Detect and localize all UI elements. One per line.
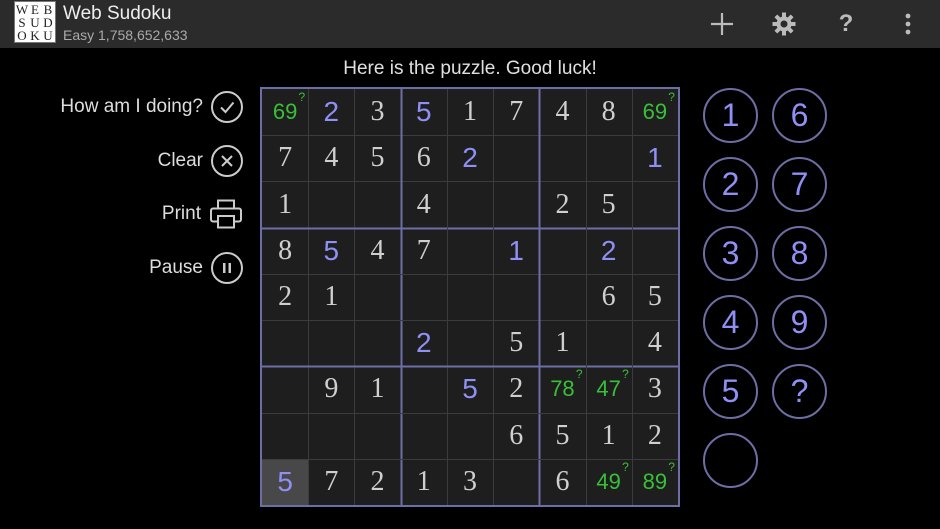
- clear-circle-icon: [211, 145, 243, 177]
- print-label: Print: [161, 203, 201, 224]
- number-button-4[interactable]: 4: [703, 295, 758, 350]
- app-title: Web Sudoku: [63, 3, 172, 24]
- app-bar: WEBSUDOKU Web Sudoku Easy 1,758,652,633 …: [0, 0, 940, 48]
- number-button-1[interactable]: 1: [703, 88, 758, 143]
- number-button-9[interactable]: 9: [772, 295, 827, 350]
- printer-icon: [209, 199, 243, 229]
- clear-button[interactable]: Clear: [158, 142, 243, 180]
- check-circle-icon: [211, 91, 243, 123]
- pause-label: Pause: [149, 257, 203, 278]
- number-button-8[interactable]: 8: [772, 226, 827, 281]
- erase-button[interactable]: [703, 433, 758, 488]
- pause-button[interactable]: Pause: [149, 249, 243, 287]
- puzzle-level-and-number: Easy 1,758,652,633: [63, 27, 188, 43]
- number-button-5[interactable]: 5: [703, 364, 758, 419]
- board-grid-lines: [262, 89, 678, 505]
- logo-letter: O: [17, 28, 27, 43]
- help-icon[interactable]: ?: [830, 8, 862, 40]
- how-am-i-doing-label: How am I doing?: [60, 96, 203, 117]
- number-button-3[interactable]: 3: [703, 226, 758, 281]
- number-button-7[interactable]: 7: [772, 157, 827, 212]
- logo-row: OKU: [15, 29, 55, 42]
- how-am-i-doing-button[interactable]: How am I doing?: [60, 88, 243, 126]
- logo-letter: U: [43, 28, 53, 43]
- uncertain-button[interactable]: ?: [772, 364, 827, 419]
- pause-circle-icon: [211, 252, 243, 284]
- print-button[interactable]: Print: [162, 195, 243, 233]
- clear-label: Clear: [157, 150, 203, 171]
- logo-letter: K: [30, 28, 40, 43]
- number-button-6[interactable]: 6: [772, 88, 827, 143]
- web-sudoku-logo: WEBSUDOKU: [14, 1, 56, 43]
- overflow-menu-icon[interactable]: [892, 8, 924, 40]
- sudoku-board: 69? 2 3 5 1 7 4 8 69? 7 4 5 6 2 1 1 4 2 5 8 5 4 7 1 2 2 1 6 5 2 5 1 4 9 1 5…: [260, 87, 680, 507]
- add-icon[interactable]: [706, 8, 738, 40]
- settings-gear-icon[interactable]: [768, 8, 800, 40]
- status-message: Here is the puzzle. Good luck!: [343, 58, 597, 79]
- number-button-2[interactable]: 2: [703, 157, 758, 212]
